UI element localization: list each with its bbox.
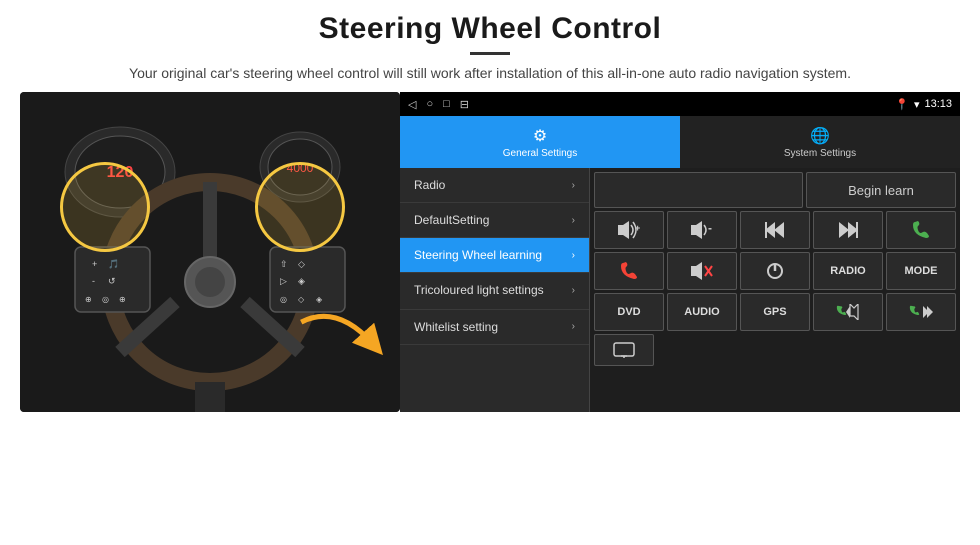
- begin-learn-row: Begin learn: [594, 172, 956, 208]
- tab-system-settings[interactable]: 🌐 System Settings: [680, 116, 960, 168]
- dvd-button[interactable]: DVD: [594, 293, 664, 331]
- svg-text:-: -: [92, 276, 95, 286]
- status-bar-right: 📍 ▾ 13:13: [895, 98, 952, 111]
- header-section: Steering Wheel Control Your original car…: [0, 0, 980, 92]
- page-title: Steering Wheel Control: [60, 12, 920, 46]
- controls-row-3: DVD AUDIO GPS: [594, 293, 956, 331]
- menu-item-default[interactable]: DefaultSetting ›: [400, 203, 589, 238]
- chevron-icon: ›: [572, 215, 575, 226]
- display-button[interactable]: [594, 334, 654, 366]
- chevron-icon: ›: [572, 180, 575, 191]
- tab-general-settings[interactable]: ⚙ General Settings: [400, 116, 680, 168]
- svg-text:-: -: [708, 221, 712, 235]
- svg-text:⊕: ⊕: [85, 295, 92, 304]
- title-divider: [470, 52, 510, 55]
- mute-button[interactable]: [667, 252, 737, 290]
- svg-text:⊕: ⊕: [119, 295, 126, 304]
- svg-text:◇: ◇: [298, 259, 305, 269]
- circle-highlight-left: [60, 162, 150, 252]
- chevron-icon: ›: [572, 284, 575, 297]
- headunit-section: ◁ ○ □ ⊟ 📍 ▾ 13:13 ⚙ General Settings: [400, 92, 960, 412]
- menu-item-radio[interactable]: Radio ›: [400, 168, 589, 203]
- steering-wheel-bg: 120 4000: [20, 92, 400, 412]
- controls-row-4: [594, 334, 956, 366]
- mode-button[interactable]: MODE: [886, 252, 956, 290]
- screenshot-icon: ⊟: [460, 98, 469, 111]
- radio-button[interactable]: RADIO: [813, 252, 883, 290]
- chevron-icon: ›: [572, 250, 575, 261]
- page-container: Steering Wheel Control Your original car…: [0, 0, 980, 545]
- tel-prev-button[interactable]: [813, 293, 883, 331]
- content-area: 120 4000: [0, 92, 980, 545]
- left-menu: Radio › DefaultSetting › Steering Wheel …: [400, 168, 590, 412]
- status-bar: ◁ ○ □ ⊟ 📍 ▾ 13:13: [400, 92, 960, 116]
- gps-button[interactable]: GPS: [740, 293, 810, 331]
- tel-next-button[interactable]: [886, 293, 956, 331]
- next-track-button[interactable]: [813, 211, 883, 249]
- recents-icon: □: [443, 98, 450, 110]
- tab-bar: ⚙ General Settings 🌐 System Settings: [400, 116, 960, 168]
- circle-highlight-right: [255, 162, 345, 252]
- wifi-icon: ▾: [914, 98, 920, 111]
- tab-general-label: General Settings: [503, 148, 578, 159]
- menu-item-steering[interactable]: Steering Wheel learning ›: [400, 238, 589, 273]
- power-button[interactable]: [740, 252, 810, 290]
- learn-input-area: [594, 172, 803, 208]
- status-bar-nav-icons: ◁ ○ □ ⊟: [408, 98, 469, 111]
- home-icon: ○: [426, 98, 433, 110]
- svg-text:◇: ◇: [298, 295, 305, 304]
- chevron-icon: ›: [572, 321, 575, 332]
- menu-item-tricoloured[interactable]: Tricoloured light settings ›: [400, 273, 589, 310]
- steering-wheel-section: 120 4000: [20, 92, 400, 412]
- svg-text:⇧: ⇧: [280, 259, 288, 269]
- svg-text:◎: ◎: [280, 295, 287, 304]
- back-icon: ◁: [408, 98, 416, 111]
- subtitle-text: Your original car's steering wheel contr…: [110, 63, 870, 84]
- controls-panel: Begin learn + -: [590, 168, 960, 412]
- audio-button[interactable]: AUDIO: [667, 293, 737, 331]
- main-content: Radio › DefaultSetting › Steering Wheel …: [400, 168, 960, 412]
- call-answer-button[interactable]: [886, 211, 956, 249]
- status-time: 13:13: [924, 98, 952, 110]
- system-settings-icon: 🌐: [810, 126, 830, 146]
- volume-up-button[interactable]: +: [594, 211, 664, 249]
- svg-text:↺: ↺: [108, 276, 116, 286]
- general-settings-icon: ⚙: [533, 126, 547, 146]
- prev-track-button[interactable]: [740, 211, 810, 249]
- controls-row-1: + -: [594, 211, 956, 249]
- svg-text:◎: ◎: [102, 295, 109, 304]
- controls-row-2: RADIO MODE: [594, 252, 956, 290]
- svg-text:+: +: [92, 259, 97, 269]
- menu-item-whitelist[interactable]: Whitelist setting ›: [400, 310, 589, 345]
- call-end-button[interactable]: [594, 252, 664, 290]
- svg-text:+: +: [635, 223, 640, 233]
- begin-learn-button[interactable]: Begin learn: [806, 172, 956, 208]
- tab-system-label: System Settings: [784, 148, 856, 159]
- location-icon: 📍: [895, 98, 909, 111]
- volume-down-button[interactable]: -: [667, 211, 737, 249]
- svg-text:▷: ▷: [280, 276, 287, 286]
- svg-text:◈: ◈: [298, 276, 305, 286]
- svg-text:🎵: 🎵: [108, 259, 119, 269]
